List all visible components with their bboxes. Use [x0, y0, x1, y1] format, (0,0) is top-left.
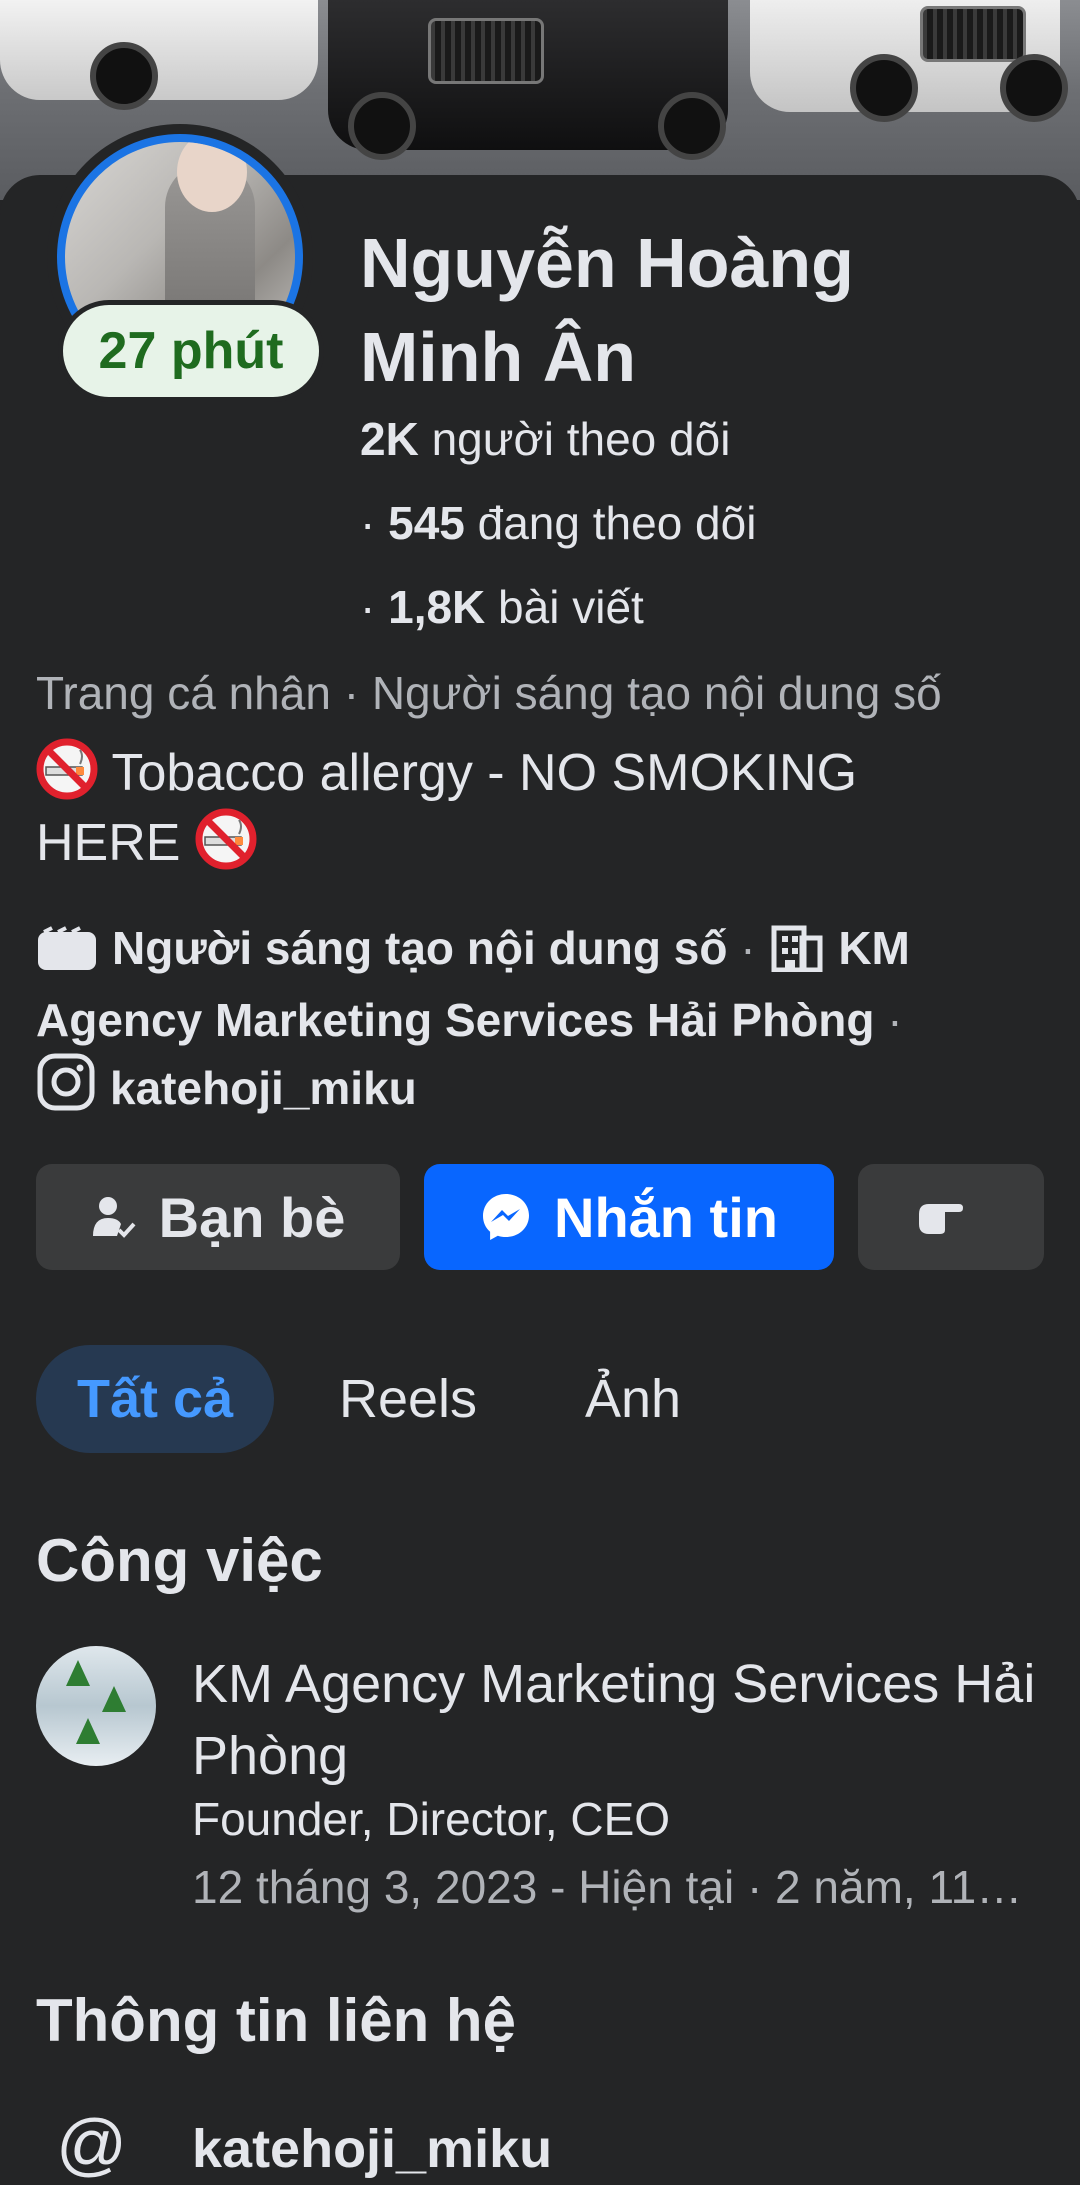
- cover-car-right: [750, 0, 1068, 122]
- friend-check-icon: [92, 1197, 136, 1238]
- messenger-icon: [483, 1194, 529, 1240]
- status-text: 27 phút: [63, 305, 319, 397]
- contact-section-title: Thông tin liên hệ: [36, 1987, 516, 2054]
- work-section-title: Công việc: [36, 1527, 323, 1594]
- work-dates: 12 tháng 3, 2023 - Hiện tại · 2 năm, 11 …: [192, 1861, 1032, 1913]
- followers-label: người theo dõi: [418, 413, 731, 465]
- instagram-icon: [36, 1052, 96, 1128]
- more-options-button[interactable]: [858, 1164, 1044, 1270]
- status-badge: 27 phút: [58, 300, 324, 402]
- building-icon: [768, 920, 824, 988]
- following-stat[interactable]: · 545 đang theo dõi: [360, 496, 756, 550]
- contact-username[interactable]: katehoji_miku: [192, 2118, 552, 2180]
- profile-details: Người sáng tạo nội dung số · KM Agency M…: [36, 916, 1046, 1128]
- detail-instagram[interactable]: katehoji_miku: [110, 1062, 417, 1114]
- cover-car-center: [328, 0, 728, 160]
- no-smoking-icon: [36, 738, 98, 800]
- following-count: 545: [388, 497, 465, 549]
- company-logo[interactable]: [36, 1646, 156, 1766]
- work-role: Founder, Director, CEO: [192, 1793, 671, 1845]
- posts-prefix: ·: [360, 581, 389, 633]
- profile-name-line2: Minh Ân: [360, 318, 637, 396]
- bio-text-line2: HERE: [36, 814, 195, 872]
- detail-creator: Người sáng tạo nội dung số: [112, 922, 728, 974]
- message-button[interactable]: Nhắn tin: [424, 1164, 834, 1270]
- bio-text-line1: Tobacco allergy - NO SMOKING: [98, 744, 858, 802]
- message-label: Nhắn tin: [554, 1185, 778, 1249]
- friends-button[interactable]: Bạn bè: [36, 1164, 400, 1270]
- friends-label: Bạn bè: [158, 1185, 346, 1249]
- work-company[interactable]: KM Agency Marketing Services Hải Phòng: [192, 1648, 1052, 1792]
- posts-count: 1,8K: [388, 581, 486, 633]
- cover-car-left: [0, 0, 318, 110]
- clapperboard-icon: [36, 924, 98, 988]
- tab-all[interactable]: Tất cả: [36, 1345, 274, 1453]
- tab-reels[interactable]: Reels: [318, 1345, 498, 1453]
- detail-separator: ·: [727, 922, 769, 974]
- pointing-hand-icon: [919, 1204, 963, 1234]
- profile-name-line1: Nguyễn Hoàng: [360, 224, 854, 302]
- following-label: đang theo dõi: [464, 497, 757, 549]
- detail-separator: ·: [874, 994, 903, 1046]
- no-smoking-icon: [195, 808, 257, 870]
- tab-photos[interactable]: Ảnh: [560, 1345, 706, 1453]
- profile-bio: Tobacco allergy - NO SMOKING HERE: [36, 738, 1046, 878]
- posts-label: bài viết: [485, 581, 644, 633]
- following-prefix: ·: [360, 497, 389, 549]
- followers-count: 2K: [360, 413, 419, 465]
- posts-stat[interactable]: · 1,8K bài viết: [360, 580, 644, 634]
- profile-category: Trang cá nhân · Người sáng tạo nội dung …: [36, 667, 942, 719]
- profile-name: Nguyễn Hoàng Minh Ân: [360, 216, 854, 404]
- followers-stat[interactable]: 2K người theo dõi: [360, 412, 730, 466]
- at-sign-icon: @: [56, 2105, 128, 2183]
